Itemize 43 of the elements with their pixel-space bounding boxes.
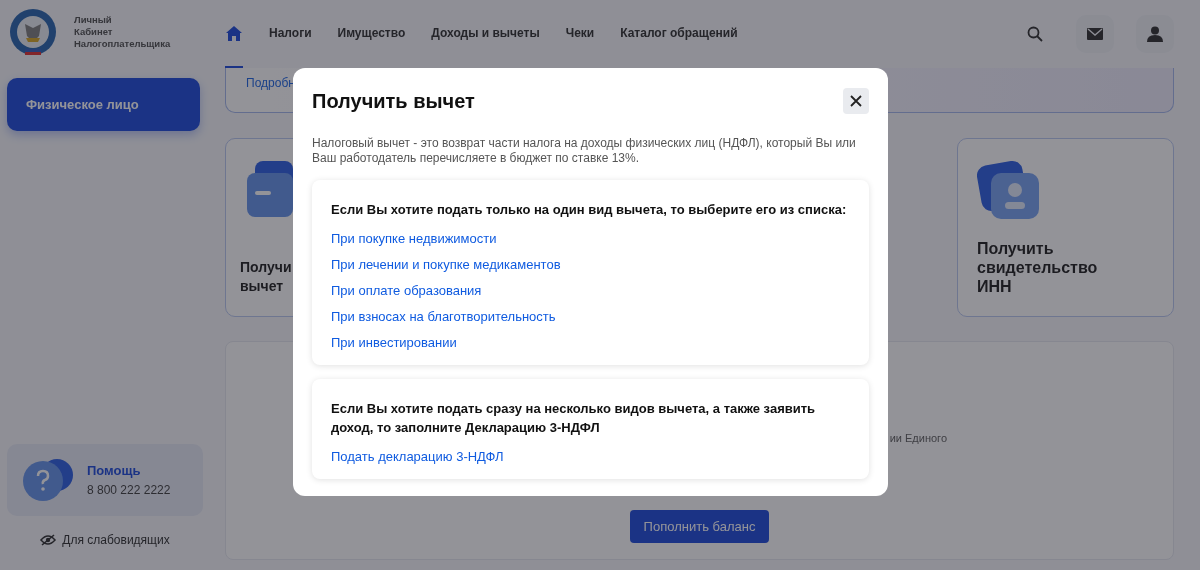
home-icon (225, 25, 243, 41)
help-title: Помощь (87, 463, 142, 478)
nav-tab[interactable]: Чеки (565, 0, 595, 68)
deduction-link[interactable]: При покупке недвижимости (331, 230, 850, 247)
deduction-link[interactable]: При лечении и покупке медикаментов (331, 256, 850, 273)
person-icon (977, 159, 1041, 221)
nav-tab[interactable]: Доходы и вычеты (431, 0, 540, 68)
eye-crossed-icon (40, 534, 57, 546)
nav-tab[interactable]: Каталог обращений (620, 0, 738, 68)
mail-button[interactable] (1076, 15, 1114, 53)
close-button[interactable] (843, 88, 869, 114)
dialog-description: Налоговый вычет - это возврат части налога на доходы физических лиц (НДФЛ), который Вы или Ваш работодатель перечисляете в бюджет по ставке 13%. (312, 136, 857, 166)
deduction-link[interactable]: Подать декларацию 3-НДФЛ (331, 448, 850, 465)
panel-heading: Если Вы хотите подать сразу на несколько видов вычета, а также заявить доход, то заполните Декларацию 3-НДФЛ (331, 400, 817, 437)
balance-text: ии Единого (889, 432, 947, 444)
help-phone: 8 800 222 2222 (87, 483, 171, 497)
deduction-link[interactable]: При инвестировании (331, 334, 850, 351)
question-icon (21, 457, 75, 503)
card-title: Получить (977, 239, 1054, 258)
service-card[interactable]: Получить свидетельство ИНН (957, 138, 1174, 317)
deduction-link[interactable]: При оплате образования (331, 282, 850, 299)
emblem-logo (8, 8, 58, 58)
logo-text: Личный (74, 14, 113, 26)
nav-tab[interactable]: Налоги (269, 0, 312, 68)
top-up-button[interactable]: Пополнить баланс (629, 510, 770, 543)
logo-text: Кабинет (74, 26, 114, 38)
panel-heading: Если Вы хотите подать только на один вид вычета, то выберите его из списка: (331, 201, 848, 219)
envelope-icon (1087, 28, 1103, 40)
profile-button[interactable] (1136, 15, 1174, 53)
nav-tab[interactable]: Имущество (337, 0, 406, 68)
deduction-link[interactable]: При взносах на благотворительность (331, 308, 850, 325)
card-title: Получи (240, 258, 292, 277)
logo-text: Налогоплательщика (74, 38, 171, 50)
user-icon (1147, 26, 1163, 42)
card-title: свидетельство (977, 258, 1098, 277)
card-title: вычет (240, 277, 284, 296)
accessibility-link[interactable]: Для слабовидящих (7, 532, 203, 548)
card-title: ИНН (977, 277, 1012, 296)
dialog-title: Получить вычет (312, 89, 475, 113)
search-icon (1027, 26, 1043, 42)
details-link[interactable]: Подробн (246, 76, 295, 90)
account-type-button[interactable]: Физическое лицо (7, 78, 200, 131)
close-icon (850, 95, 862, 107)
